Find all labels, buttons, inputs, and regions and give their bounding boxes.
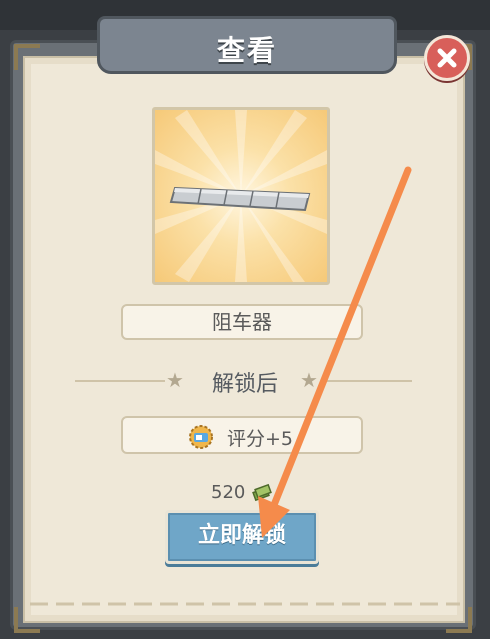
- close-x-icon: [437, 48, 457, 68]
- divider-right: [322, 380, 412, 382]
- close-button[interactable]: [424, 35, 470, 81]
- divider-left: [75, 380, 165, 382]
- star-icon: ★: [166, 368, 184, 392]
- item-name-box: 阻车器: [121, 304, 363, 340]
- item-preview: [152, 107, 330, 285]
- dialog-title: 查看: [216, 34, 277, 67]
- corner-decoration: [446, 607, 472, 633]
- star-icon: ★: [300, 368, 318, 392]
- reward-text: 评分+5: [227, 428, 294, 450]
- title-banner: 查看: [80, 16, 414, 75]
- bottom-decoration: [30, 602, 460, 606]
- corner-decoration: [14, 44, 40, 70]
- rating-badge-icon: [189, 425, 213, 449]
- road-barrier-icon: [169, 186, 311, 212]
- reward-box: 评分+5: [121, 416, 363, 454]
- unlock-now-button[interactable]: 立即解锁: [165, 510, 319, 564]
- item-name: 阻车器: [212, 310, 272, 334]
- price-value: 520: [211, 482, 246, 503]
- unlock-section-title: 解锁后: [211, 372, 278, 397]
- corner-decoration: [14, 607, 40, 633]
- cash-stack-icon: [252, 483, 272, 502]
